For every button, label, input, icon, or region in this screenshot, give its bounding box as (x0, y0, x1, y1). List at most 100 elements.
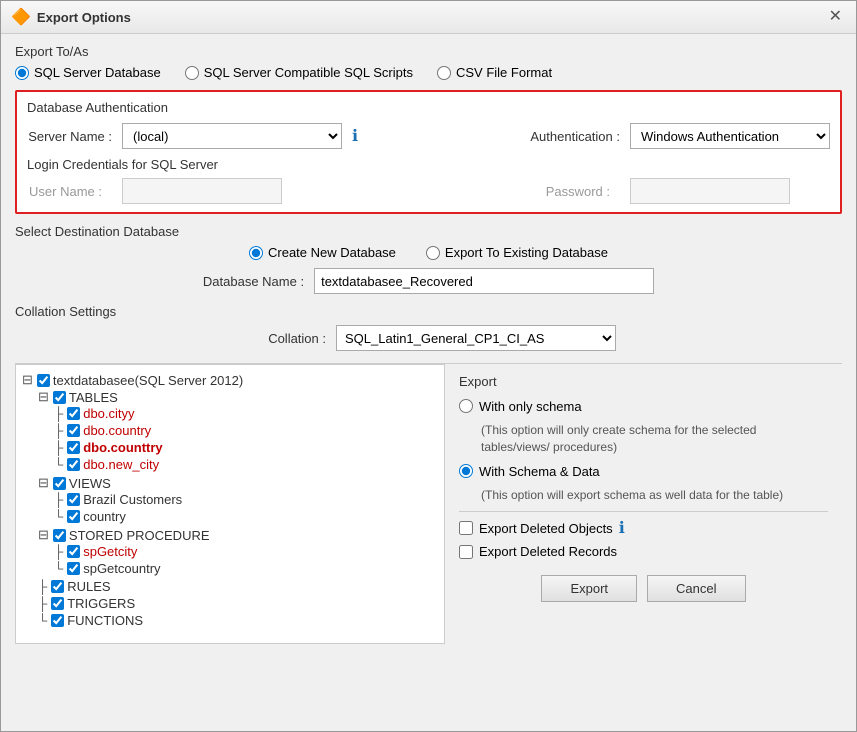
server-name-select[interactable]: (local) (122, 123, 342, 149)
export-existing-db-option[interactable]: Export To Existing Database (426, 245, 608, 260)
db-auth-title: Database Authentication (27, 100, 830, 115)
table-counttry: ├ dbo.counttry (54, 439, 438, 456)
getcountry-label: spGetcountry (83, 561, 160, 576)
view-country-label: country (83, 509, 126, 524)
rules-checkbox[interactable] (51, 580, 64, 593)
database-name-label: Database Name : (203, 274, 304, 289)
rules-node: ├ RULES (38, 578, 438, 595)
triggers-checkbox[interactable] (51, 597, 64, 610)
sp-getcountry: └ spGetcountry (54, 560, 438, 577)
server-name-row: Server Name : (local) ℹ Authentication :… (27, 123, 830, 149)
functions-label: FUNCTIONS (67, 613, 143, 628)
root-checkbox[interactable] (37, 374, 50, 387)
collation-select[interactable]: SQL_Latin1_General_CP1_CI_AS Latin1_Gene… (336, 325, 616, 351)
functions-node: └ FUNCTIONS (38, 612, 438, 629)
tree-panel: ⊟ textdatabasee(SQL Server 2012) ⊟ TABLE… (15, 364, 445, 644)
brazil-customers-checkbox[interactable] (67, 493, 80, 506)
export-deleted-objects-row[interactable]: Export Deleted Objects ℹ (459, 518, 828, 538)
collation-label: Collation : (241, 331, 326, 346)
password-input[interactable] (630, 178, 790, 204)
database-name-input[interactable] (314, 268, 654, 294)
root-label: textdatabasee(SQL Server 2012) (53, 373, 243, 388)
dialog-title: Export Options (37, 10, 131, 25)
button-row: Export Cancel (459, 575, 828, 602)
sql-scripts-radio[interactable] (185, 66, 199, 80)
new-city-checkbox[interactable] (67, 458, 80, 471)
cityy-checkbox[interactable] (67, 407, 80, 420)
table-new-city: └ dbo.new_city (54, 456, 438, 473)
view-country-checkbox[interactable] (67, 510, 80, 523)
stored-procedure-checkbox[interactable] (53, 529, 66, 542)
schema-only-radio[interactable] (459, 399, 473, 413)
brazil-customers-label: Brazil Customers (83, 492, 182, 507)
schema-only-label[interactable]: With only schema (459, 399, 828, 414)
stored-procedure-label: STORED PROCEDURE (69, 528, 210, 543)
csv-format-option[interactable]: CSV File Format (437, 65, 552, 80)
deleted-objects-info-icon[interactable]: ℹ (619, 518, 625, 538)
username-label: User Name : (27, 184, 102, 199)
table-country: ├ dbo.country (54, 422, 438, 439)
tables-checkbox[interactable] (53, 391, 66, 404)
create-new-db-option[interactable]: Create New Database (249, 245, 396, 260)
export-to-as-label: Export To/As (15, 44, 842, 59)
export-deleted-records-checkbox[interactable] (459, 545, 473, 559)
getcity-label: spGetcity (83, 544, 137, 559)
collation-settings-label: Collation Settings (15, 304, 842, 319)
server-name-label: Server Name : (27, 129, 112, 144)
database-authentication-section: Database Authentication Server Name : (l… (15, 90, 842, 214)
schema-data-desc: (This option will export schema as well … (481, 487, 828, 504)
new-city-label: dbo.new_city (83, 457, 159, 472)
schema-data-label[interactable]: With Schema & Data (459, 464, 828, 479)
export-deleted-records-row[interactable]: Export Deleted Records (459, 544, 828, 559)
functions-checkbox[interactable] (51, 614, 64, 627)
rules-label: RULES (67, 579, 110, 594)
destination-radio-row: Create New Database Export To Existing D… (15, 245, 842, 260)
cityy-label: dbo.cityy (83, 406, 134, 421)
credentials-row: User Name : Password : (27, 178, 830, 204)
authentication-label: Authentication : (530, 129, 620, 144)
username-input[interactable] (122, 178, 282, 204)
sql-scripts-option[interactable]: SQL Server Compatible SQL Scripts (185, 65, 413, 80)
triggers-label: TRIGGERS (67, 596, 135, 611)
getcountry-checkbox[interactable] (67, 562, 80, 575)
password-label: Password : (535, 184, 610, 199)
schema-only-desc: (This option will only create schema for… (481, 422, 828, 456)
bottom-section: ⊟ textdatabasee(SQL Server 2012) ⊟ TABLE… (15, 363, 842, 644)
select-destination-label: Select Destination Database (15, 224, 842, 239)
export-panel-title: Export (459, 374, 828, 389)
views-label: VIEWS (69, 476, 111, 491)
country-checkbox[interactable] (67, 424, 80, 437)
stored-procedure-node: ⊟ STORED PROCEDURE ├ spGetcity (38, 526, 438, 578)
authentication-select[interactable]: Windows Authentication (630, 123, 830, 149)
sql-server-db-option[interactable]: SQL Server Database (15, 65, 161, 80)
export-panel: Export With only schema (This option wil… (445, 364, 842, 644)
collation-settings-section: Collation Settings Collation : SQL_Latin… (15, 304, 842, 351)
tables-label: TABLES (69, 390, 118, 405)
with-schema-data-option: With Schema & Data (459, 464, 828, 479)
export-deleted-objects-checkbox[interactable] (459, 521, 473, 535)
divider (459, 511, 828, 512)
database-name-row: Database Name : (15, 268, 842, 294)
schema-data-radio[interactable] (459, 464, 473, 478)
csv-format-radio[interactable] (437, 66, 451, 80)
export-existing-db-radio[interactable] (426, 246, 440, 260)
counttry-label: dbo.counttry (83, 440, 162, 455)
tables-node: ⊟ TABLES ├ dbo.cityy (38, 388, 438, 474)
tree-root: ⊟ textdatabasee(SQL Server 2012) ⊟ TABLE… (22, 371, 438, 630)
sql-server-db-radio[interactable] (15, 66, 29, 80)
create-new-db-radio[interactable] (249, 246, 263, 260)
views-checkbox[interactable] (53, 477, 66, 490)
country-label: dbo.country (83, 423, 151, 438)
triggers-node: ├ TRIGGERS (38, 595, 438, 612)
counttry-checkbox[interactable] (67, 441, 80, 454)
view-brazil-customers: ├ Brazil Customers (54, 491, 438, 508)
cancel-button[interactable]: Cancel (647, 575, 745, 602)
getcity-checkbox[interactable] (67, 545, 80, 558)
export-button[interactable]: Export (541, 575, 637, 602)
server-info-icon[interactable]: ℹ (352, 126, 358, 146)
export-format-options: SQL Server Database SQL Server Compatibl… (15, 65, 842, 80)
view-country: └ country (54, 508, 438, 525)
views-node: ⊟ VIEWS ├ Brazil Customers (38, 474, 438, 526)
close-button[interactable]: ✕ (825, 9, 846, 25)
sp-getcity: ├ spGetcity (54, 543, 438, 560)
